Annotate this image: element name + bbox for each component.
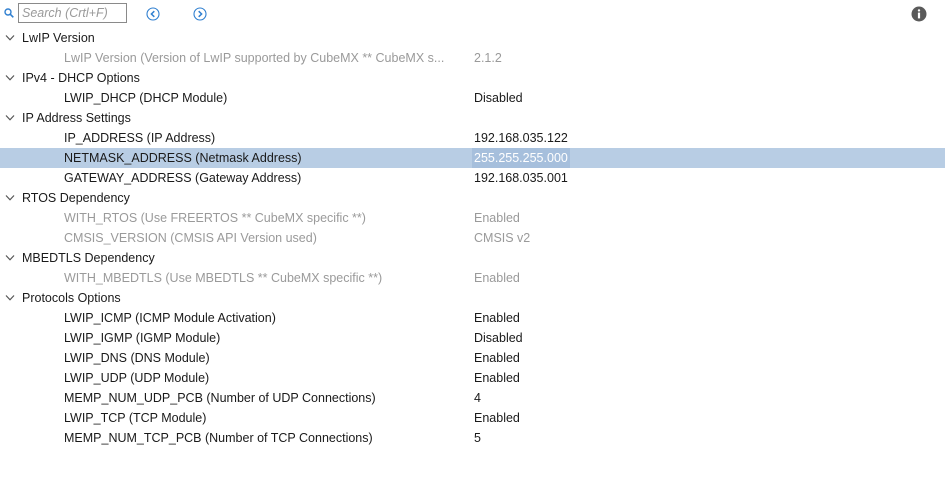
group-row[interactable]: MBEDTLS Dependency (0, 248, 945, 268)
parameter-value-text: 2.1.2 (474, 51, 502, 65)
parameter-name: LWIP_UDP (UDP Module) (64, 371, 210, 385)
parameter-value[interactable]: Enabled (474, 368, 520, 388)
parameter-row[interactable]: LwIP Version (Version of LwIP supported … (0, 48, 945, 68)
parameter-value-text: 5 (474, 431, 481, 445)
parameter-name: MEMP_NUM_UDP_PCB (Number of UDP Connecti… (64, 391, 376, 405)
parameter-row[interactable]: MEMP_NUM_UDP_PCB (Number of UDP Connecti… (0, 388, 945, 408)
parameter-value-text: CMSIS v2 (474, 231, 531, 245)
parameter-name: WITH_MBEDTLS (Use MBEDTLS ** CubeMX spec… (64, 271, 383, 285)
group-row[interactable]: IPv4 - DHCP Options (0, 68, 945, 88)
parameter-value[interactable]: Disabled (474, 88, 523, 108)
parameter-value[interactable]: Enabled (474, 408, 520, 428)
parameter-value-text: 4 (474, 391, 481, 405)
parameter-value-text: 192.168.035.001 (474, 171, 568, 185)
parameter-value: CMSIS v2 (474, 228, 530, 248)
parameter-name: LWIP_TCP (TCP Module) (64, 411, 207, 425)
parameter-value-text: Enabled (474, 411, 520, 425)
parameter-row[interactable]: LWIP_UDP (UDP Module) Enabled (0, 368, 945, 388)
parameter-value[interactable]: 255.255.255.000 (472, 148, 570, 168)
parameter-value[interactable]: 5 (474, 428, 481, 448)
parameter-value-text: Enabled (474, 311, 520, 325)
search-icon (4, 8, 14, 18)
parameter-row[interactable]: CMSIS_VERSION (CMSIS API Version used) CM… (0, 228, 945, 248)
group-label: LwIP Version (22, 31, 95, 45)
parameter-row[interactable]: GATEWAY_ADDRESS (Gateway Address) 192.168… (0, 168, 945, 188)
group-label: MBEDTLS Dependency (22, 251, 155, 265)
parameter-value-text: Enabled (474, 371, 520, 385)
parameter-value-text: Enabled (474, 271, 520, 285)
parameter-value[interactable]: Enabled (474, 308, 520, 328)
parameter-value[interactable]: 192.168.035.001 (474, 168, 568, 188)
parameter-name: GATEWAY_ADDRESS (Gateway Address) (64, 171, 302, 185)
parameter-row[interactable]: NETMASK_ADDRESS (Netmask Address) 255.255… (0, 148, 945, 168)
search-input[interactable] (18, 3, 127, 23)
group-label: RTOS Dependency (22, 191, 130, 205)
parameter-tree: LwIP Version LwIP Version (Version of LwI… (0, 28, 945, 448)
arrow-right-circle-icon[interactable] (193, 7, 207, 21)
group-row[interactable]: IP Address Settings (0, 108, 945, 128)
info-icon[interactable] (911, 6, 927, 22)
chevron-down-icon[interactable] (5, 74, 15, 82)
parameter-value-text: Enabled (474, 211, 520, 225)
parameter-row[interactable]: LWIP_DHCP (DHCP Module) Disabled (0, 88, 945, 108)
parameter-name: CMSIS_VERSION (CMSIS API Version used) (64, 231, 317, 245)
parameter-name: LWIP_ICMP (ICMP Module Activation) (64, 311, 276, 325)
chevron-down-icon[interactable] (5, 294, 15, 302)
parameter-value-text: Disabled (474, 91, 523, 105)
group-label: IPv4 - DHCP Options (22, 71, 140, 85)
parameter-value[interactable]: 192.168.035.122 (474, 128, 568, 148)
parameter-row[interactable]: LWIP_IGMP (IGMP Module) Disabled (0, 328, 945, 348)
parameter-value[interactable]: Enabled (474, 348, 520, 368)
chevron-down-icon[interactable] (5, 194, 15, 202)
parameter-name: LWIP_DHCP (DHCP Module) (64, 91, 228, 105)
chevron-down-icon[interactable] (5, 114, 15, 122)
parameter-row[interactable]: LWIP_DNS (DNS Module) Enabled (0, 348, 945, 368)
parameter-value-text: Disabled (474, 331, 523, 345)
parameter-name: LwIP Version (Version of LwIP supported … (64, 51, 445, 65)
parameter-name: LWIP_DNS (DNS Module) (64, 351, 210, 365)
parameter-value-text: 192.168.035.122 (474, 131, 568, 145)
chevron-down-icon[interactable] (5, 34, 15, 42)
group-label: IP Address Settings (22, 111, 131, 125)
parameter-row[interactable]: IP_ADDRESS (IP Address) 192.168.035.122 (0, 128, 945, 148)
group-row[interactable]: RTOS Dependency (0, 188, 945, 208)
group-label: Protocols Options (22, 291, 121, 305)
parameter-value-text: 255.255.255.000 (472, 148, 570, 168)
parameter-value: Enabled (474, 268, 520, 288)
parameter-name: MEMP_NUM_TCP_PCB (Number of TCP Connecti… (64, 431, 373, 445)
parameter-name: NETMASK_ADDRESS (Netmask Address) (64, 151, 302, 165)
parameter-name: LWIP_IGMP (IGMP Module) (64, 331, 221, 345)
parameter-row[interactable]: WITH_RTOS (Use FREERTOS ** CubeMX specif… (0, 208, 945, 228)
parameter-row[interactable]: WITH_MBEDTLS (Use MBEDTLS ** CubeMX spec… (0, 268, 945, 288)
arrow-left-circle-icon[interactable] (146, 7, 160, 21)
parameter-value[interactable]: Disabled (474, 328, 523, 348)
toolbar (0, 0, 945, 28)
chevron-down-icon[interactable] (5, 254, 15, 262)
parameter-name: IP_ADDRESS (IP Address) (64, 131, 216, 145)
parameter-row[interactable]: LWIP_TCP (TCP Module) Enabled (0, 408, 945, 428)
group-row[interactable]: LwIP Version (0, 28, 945, 48)
parameter-value: Enabled (474, 208, 520, 228)
parameter-name: WITH_RTOS (Use FREERTOS ** CubeMX specif… (64, 211, 366, 225)
parameter-value[interactable]: 4 (474, 388, 481, 408)
parameter-row[interactable]: MEMP_NUM_TCP_PCB (Number of TCP Connecti… (0, 428, 945, 448)
parameter-value-text: Enabled (474, 351, 520, 365)
group-row[interactable]: Protocols Options (0, 288, 945, 308)
parameter-value: 2.1.2 (474, 48, 502, 68)
parameter-row[interactable]: LWIP_ICMP (ICMP Module Activation) Enable… (0, 308, 945, 328)
